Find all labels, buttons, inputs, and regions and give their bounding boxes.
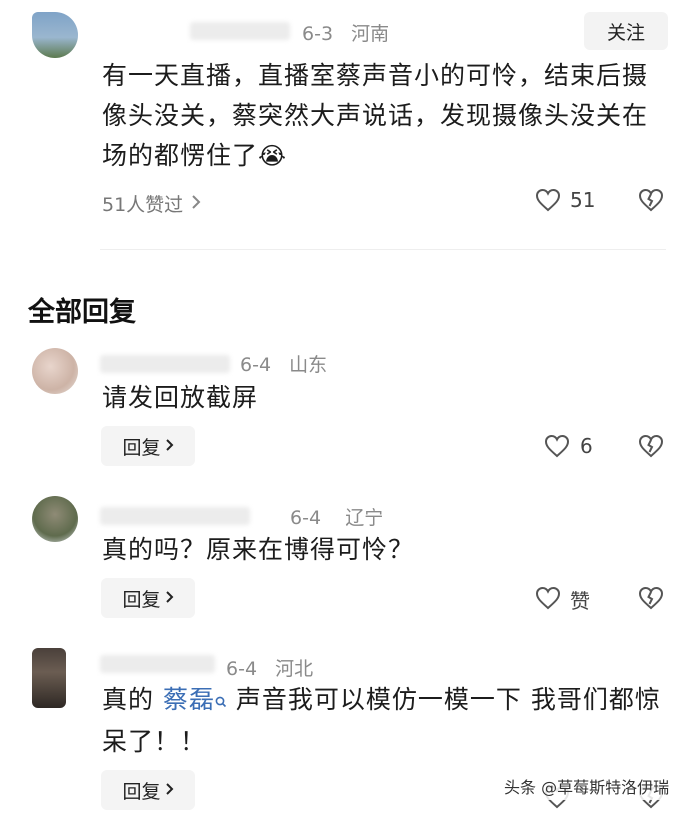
likers-link[interactable]: 51人赞过 — [102, 190, 201, 217]
comment-meta: 6-4 辽宁 — [290, 503, 383, 530]
reply-text: 请发回放截屏 — [102, 383, 259, 412]
comment-date: 6-4 — [290, 507, 322, 529]
username-blurred[interactable] — [100, 507, 250, 525]
username-blurred[interactable] — [100, 655, 215, 673]
reply-label: 回复 — [122, 436, 161, 459]
section-title: 全部回复 — [28, 297, 136, 328]
like-count: 6 — [580, 434, 593, 458]
comment-location: 河北 — [275, 658, 314, 680]
search-icon — [215, 682, 227, 722]
comment-body: 有一天直播，直播室蔡声音小的可怜，结束后摄像头没关，蔡突然大声说话，发现摄像头没… — [102, 61, 649, 170]
avatar[interactable] — [32, 12, 78, 58]
broken-heart-icon[interactable] — [638, 188, 664, 216]
like-label: 赞 — [570, 589, 590, 613]
avatar[interactable] — [32, 648, 66, 708]
broken-heart-icon[interactable] — [638, 586, 664, 614]
comment-meta: 6-4 河北 — [226, 654, 313, 681]
reply-label: 回复 — [122, 588, 161, 611]
chevron-right-icon — [165, 435, 174, 457]
like-count: 51 — [570, 188, 596, 212]
username-blurred[interactable] — [190, 22, 290, 40]
chevron-right-icon — [191, 193, 201, 215]
like-heart-icon[interactable] — [544, 434, 570, 462]
comment-text: 有一天直播，直播室蔡声音小的可怜，结束后摄像头没关，蔡突然大声说话，发现摄像头没… — [102, 56, 662, 176]
watermark: 头条 @草莓斯特洛伊瑞 — [500, 772, 674, 800]
reply-button[interactable]: 回复 — [101, 578, 195, 618]
reply-label: 回复 — [122, 780, 161, 803]
divider — [100, 249, 666, 250]
chevron-right-icon — [165, 587, 174, 609]
reply-text-start: 真的 — [102, 685, 163, 714]
laugh-cry-emoji-icon: 😭 — [258, 142, 288, 170]
avatar[interactable] — [32, 348, 78, 394]
like-heart-icon[interactable] — [535, 586, 561, 614]
chevron-right-icon — [165, 779, 174, 801]
avatar[interactable] — [32, 496, 78, 542]
likers-label: 51人赞过 — [102, 194, 184, 216]
username-blurred[interactable] — [100, 355, 230, 373]
broken-heart-icon[interactable] — [638, 434, 664, 462]
mention-link[interactable]: 蔡磊 — [163, 685, 215, 714]
comment-meta: 6-3 河南 — [302, 19, 389, 46]
reply-text: 真的 蔡磊 声音我可以模仿一模一下 我哥们都惊呆了！！ — [102, 680, 672, 762]
reply-text: 真的吗？原来在博得可怜？ — [102, 535, 415, 564]
follow-button[interactable]: 关注 — [584, 12, 668, 50]
like-heart-icon[interactable] — [535, 188, 561, 216]
comment-meta: 6-4 山东 — [240, 350, 327, 377]
comment-date: 6-4 — [240, 354, 272, 376]
comment-location: 山东 — [289, 354, 328, 376]
reply-button[interactable]: 回复 — [101, 426, 195, 466]
comment-date: 6-3 — [302, 23, 334, 45]
comment-location: 辽宁 — [345, 507, 384, 529]
reply-button[interactable]: 回复 — [101, 770, 195, 810]
comment-date: 6-4 — [226, 658, 258, 680]
comment-location: 河南 — [351, 23, 390, 45]
